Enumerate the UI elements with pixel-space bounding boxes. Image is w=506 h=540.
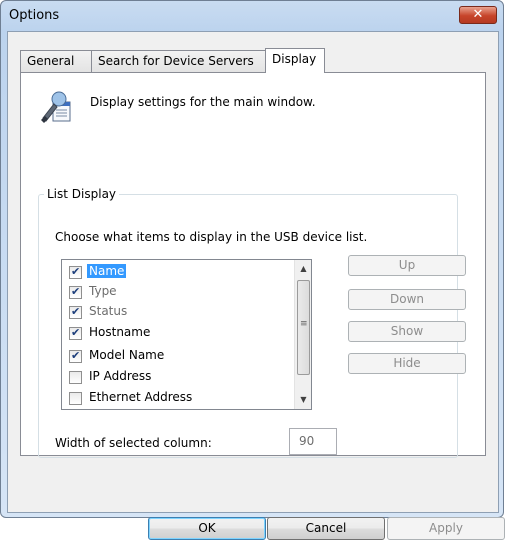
close-button[interactable]: ✕	[459, 6, 497, 24]
window-title: Options	[9, 8, 60, 23]
up-button[interactable]: Up	[348, 255, 466, 276]
checkbox-ethernet-address[interactable]	[69, 392, 82, 405]
cancel-button[interactable]: Cancel	[267, 517, 385, 540]
display-tab-panel: Display settings for the main window. Li…	[20, 72, 486, 458]
checkbox-type[interactable]	[69, 285, 82, 299]
checkbox-model-name[interactable]	[69, 349, 82, 363]
checkbox-hostname[interactable]	[69, 326, 82, 340]
close-icon: ✕	[472, 7, 484, 22]
ok-button[interactable]: OK	[148, 517, 266, 540]
column-width-input[interactable]: 90	[289, 428, 337, 455]
group-label: List Display	[44, 187, 120, 201]
dialog-body: General Search for Device Servers Displa…	[7, 31, 505, 540]
description-text: Display settings for the main window.	[90, 95, 316, 109]
tab-general[interactable]: General	[20, 50, 92, 72]
display-settings-icon	[41, 91, 71, 123]
down-button[interactable]: Down	[348, 289, 466, 310]
list-scrollbar[interactable]: ▲ ≡ ▼	[294, 260, 311, 409]
hide-button[interactable]: Hide	[348, 353, 466, 374]
tab-display[interactable]: Display	[265, 48, 325, 73]
list-item-label: Hostname	[89, 325, 151, 339]
scroll-up-arrow-icon[interactable]: ▲	[295, 260, 312, 277]
checkbox-name[interactable]	[69, 265, 82, 279]
list-item-label: Type	[89, 284, 117, 298]
scroll-thumb[interactable]: ≡	[297, 280, 310, 375]
checkbox-status[interactable]	[69, 305, 82, 319]
grip-icon: ≡	[300, 319, 308, 329]
options-dialog: Options ✕ General Search for Device Serv…	[0, 0, 505, 540]
list-item-label: Status	[89, 304, 128, 318]
title-bar[interactable]: Options ✕	[1, 1, 503, 31]
list-item-label: IP Address	[89, 369, 152, 383]
apply-button[interactable]: Apply	[387, 517, 505, 540]
show-button[interactable]: Show	[348, 321, 466, 342]
scroll-down-arrow-icon[interactable]: ▼	[295, 391, 312, 408]
tab-search-device-servers[interactable]: Search for Device Servers	[91, 50, 266, 72]
column-listbox[interactable]: Name Type Status Hostname Model Name	[61, 259, 312, 410]
instruction-text: Choose what items to display in the USB …	[55, 230, 368, 244]
list-item-label: Ethernet Address	[89, 390, 193, 404]
column-width-label: Width of selected column:	[55, 436, 212, 450]
list-item-label: Model Name	[89, 348, 165, 362]
list-item-label: Name	[87, 264, 127, 278]
checkbox-ip-address[interactable]	[69, 371, 82, 384]
